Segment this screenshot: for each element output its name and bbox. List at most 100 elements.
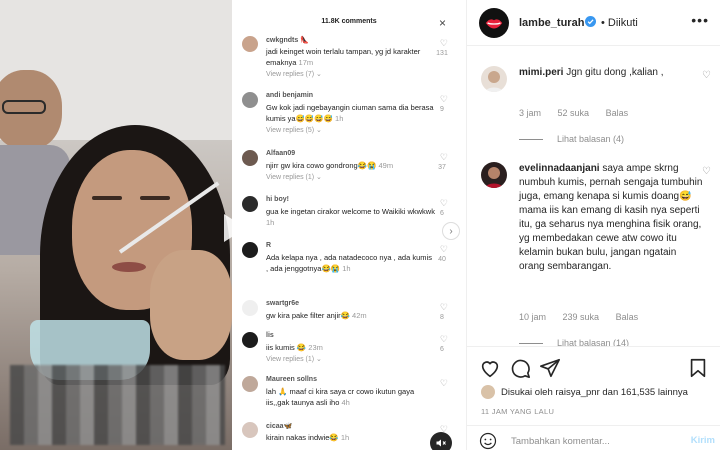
heart-icon: ♡ — [439, 334, 448, 344]
hand-shape — [150, 250, 232, 360]
tiktok-comment-body: njirr gw kira cowo gondrong😂😭 — [266, 161, 377, 170]
tiktok-comment-time: 1h — [340, 433, 350, 442]
profile-avatar[interactable] — [479, 8, 509, 38]
follow-status-label[interactable]: Diikuti — [608, 17, 638, 29]
emoji-icon[interactable] — [479, 432, 497, 450]
post-comment-button[interactable]: Kirim — [691, 435, 715, 446]
avatar[interactable] — [481, 162, 507, 188]
tiktok-comment-text: gua ke ingetan cirakor welcome to Waikik… — [266, 206, 436, 228]
tiktok-comment-body: gua ke ingetan cirakor welcome to Waikik… — [266, 207, 435, 216]
glasses-shape — [2, 100, 46, 114]
tiktok-comment-text: kirain nakas indwie😂 1h — [266, 432, 436, 443]
avatar — [242, 36, 258, 52]
post-media[interactable]: 11.8K comments × cwkgndts 👠 jadi keinget … — [0, 0, 466, 450]
comment-likes[interactable]: 239 suka — [563, 312, 600, 322]
brow-left — [92, 196, 122, 200]
bookmark-icon[interactable] — [687, 357, 709, 379]
heart-icon[interactable]: ♡ — [702, 166, 711, 177]
share-icon[interactable] — [539, 357, 561, 379]
tiktok-comment-count: 11.8K comments — [321, 18, 377, 25]
more-options-icon[interactable]: ••• — [691, 12, 709, 28]
follow-status[interactable]: • Diikuti — [601, 17, 638, 29]
tiktok-comment-time: 1h — [266, 218, 275, 227]
avatar — [242, 150, 258, 166]
tiktok-comment-time: 49m — [378, 161, 394, 170]
comment-body: mimi.peri Jgn gitu dong ,kalian , — [519, 66, 703, 80]
comment-text: saya ampe skrng numbuh kumis, pernah sen… — [519, 163, 703, 272]
tiktok-comment-text: Gw kok jadi ngebayangin ciuman sama dia … — [266, 102, 436, 124]
heart-icon: ♡ — [439, 152, 448, 162]
tiktok-comment-text: Ada kelapa nya , ada natadecoco nya , ad… — [266, 252, 436, 274]
verified-icon — [585, 16, 596, 27]
tiktok-comment-username: cicaa🦋 — [266, 423, 293, 430]
tiktok-comment-time: 4h — [341, 398, 350, 407]
blurred-region — [10, 365, 225, 445]
comment-body: evelinnadaanjani saya ampe skrng numbuh … — [519, 162, 703, 274]
comment-meta: 10 jam 239 suka Balas — [519, 312, 652, 322]
comment-time: 3 jam — [519, 108, 542, 118]
tiktok-comment-username: swartgr6e — [266, 300, 300, 307]
mute-icon[interactable] — [430, 432, 452, 450]
tiktok-like-count: 6 — [440, 210, 444, 217]
tiktok-comment-username: lis — [266, 332, 274, 339]
avatar — [242, 196, 258, 212]
tiktok-comment-text: lah 🙏 maaf ci kira saya cr cowo ikutun g… — [266, 386, 436, 408]
tiktok-comment-text: gw kira pake filter anjir😂 42m — [266, 310, 436, 321]
heart-icon[interactable]: ♡ — [702, 70, 711, 81]
close-icon: × — [438, 16, 446, 30]
reply-button[interactable]: Balas — [606, 108, 629, 118]
chevron-right-icon[interactable]: › — [442, 222, 460, 240]
tiktok-comment-username: R — [266, 242, 272, 249]
tiktok-comment-time: 1h — [342, 264, 351, 273]
comment-text: Jgn gitu dong ,kalian , — [566, 67, 664, 78]
heart-icon: ♡ — [439, 38, 448, 48]
brow-right — [140, 196, 170, 200]
comment-username[interactable]: mimi.peri — [519, 67, 563, 78]
mouth-shape — [112, 262, 146, 272]
avatar — [242, 300, 258, 316]
post-username[interactable]: lambe_turah — [519, 17, 584, 29]
post-actions: Disukai oleh raisya_pnr dan 161,535 lain… — [467, 346, 720, 450]
heart-icon: ♡ — [439, 94, 448, 104]
heart-icon: ♡ — [439, 244, 448, 254]
tiktok-like-count: 6 — [440, 346, 444, 353]
comment-composer: Kirim — [467, 425, 720, 450]
tiktok-comment-time: 1h — [335, 114, 344, 123]
avatar — [242, 332, 258, 348]
liked-by-text[interactable]: Disukai oleh raisya_pnr dan 161,535 lain… — [501, 387, 688, 398]
comment-username[interactable]: evelinnadaanjani — [519, 163, 600, 174]
tiktok-comment-body: gw kira pake filter anjir😂 — [266, 311, 350, 320]
avatar — [242, 376, 258, 392]
comment-meta: 3 jam 52 suka Balas — [519, 108, 642, 118]
heart-icon[interactable] — [479, 357, 501, 379]
tiktok-comment-username: Maureen sollns — [266, 376, 317, 383]
view-replies-button[interactable]: Lihat balasan (4) — [519, 134, 624, 144]
comment-likes[interactable]: 52 suka — [558, 108, 590, 118]
comment-input[interactable] — [511, 433, 671, 449]
avatar — [242, 422, 258, 438]
tiktok-comment-username: andi benjamin — [266, 92, 314, 99]
tiktok-comment-username: Alfaan09 — [266, 150, 296, 157]
tiktok-like-count: 131 — [436, 50, 448, 57]
liked-by[interactable]: Disukai oleh raisya_pnr dan 161,535 lain… — [481, 385, 717, 401]
video-frame[interactable] — [0, 0, 232, 450]
tiktok-comment-text: njirr gw kira cowo gondrong😂😭 49m — [266, 160, 436, 171]
lips-logo-icon — [485, 19, 503, 29]
tiktok-comment-body: Gw kok jadi ngebayangin ciuman sama dia … — [266, 103, 434, 123]
tiktok-comment-text: jadi keinget woin terlalu tampan, yg jd … — [266, 46, 436, 68]
tiktok-view-replies: View replies (1) ⌄ — [266, 356, 322, 363]
tiktok-comments-panel: 11.8K comments × cwkgndts 👠 jadi keinget … — [232, 0, 466, 450]
tiktok-like-count: 40 — [438, 256, 446, 263]
tiktok-view-replies: View replies (7) ⌄ — [266, 71, 322, 78]
comment-icon[interactable] — [509, 357, 531, 379]
action-icons — [479, 357, 709, 381]
avatar[interactable] — [481, 66, 507, 92]
tiktok-view-replies: View replies (5) ⌄ — [266, 127, 322, 134]
reply-button[interactable]: Balas — [616, 312, 639, 322]
tiktok-comment-time: 42m — [352, 311, 367, 320]
post-header: lambe_turah • Diikuti ••• — [467, 0, 720, 46]
tiktok-comment-body: iis kumis 😂 — [266, 343, 307, 352]
heart-icon: ♡ — [439, 378, 448, 388]
post-timestamp: 11 JAM YANG LALU — [481, 407, 555, 416]
post-side-panel: lambe_turah • Diikuti ••• mimi.peri Jgn … — [466, 0, 720, 450]
